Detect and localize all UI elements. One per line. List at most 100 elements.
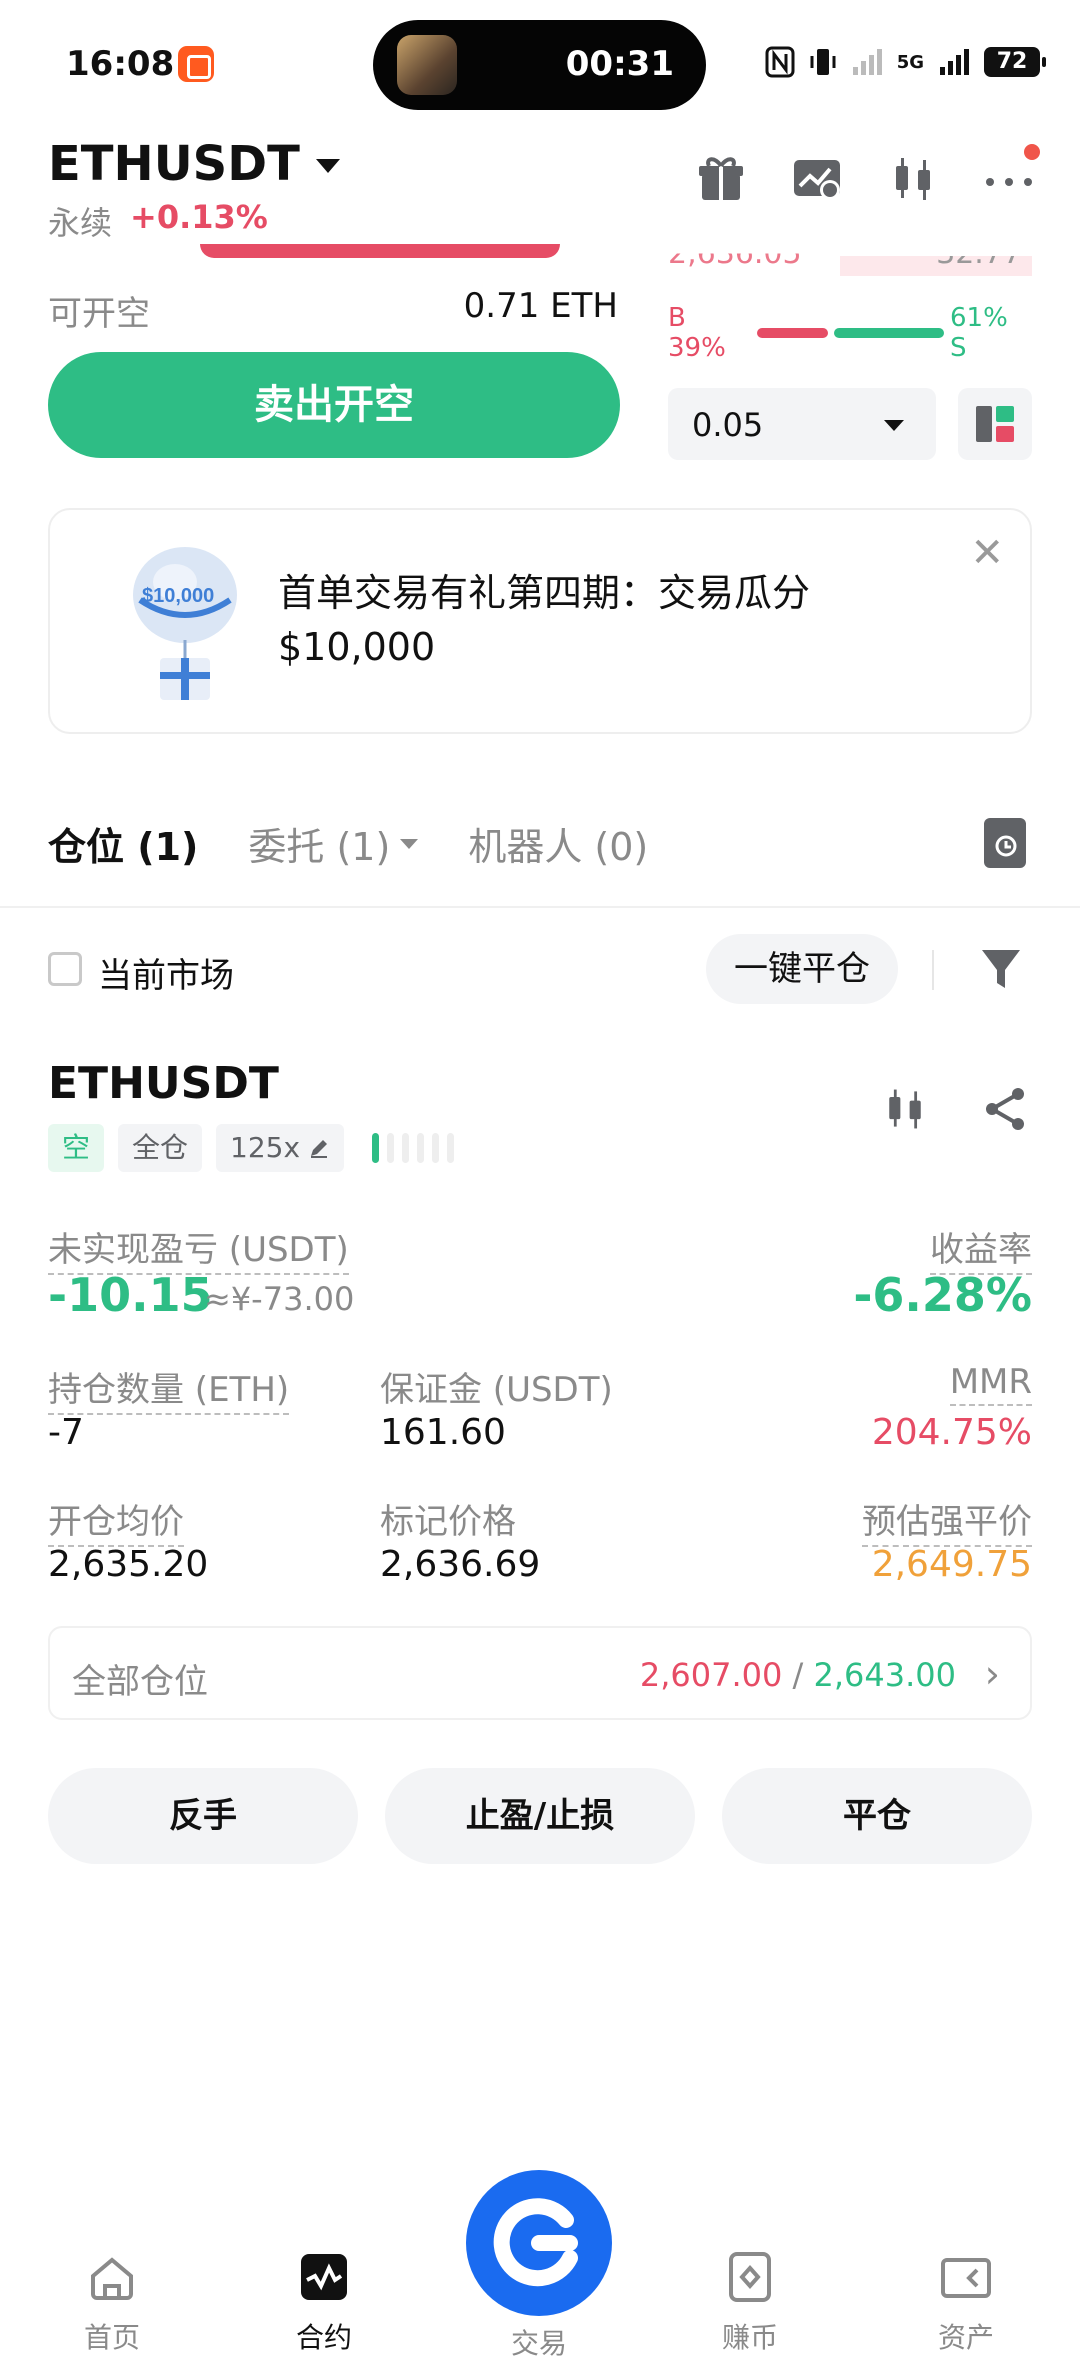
signal-weak-icon (852, 49, 882, 75)
edit-icon (311, 1140, 328, 1158)
chevron-down-icon (884, 420, 904, 431)
tp-sl-button[interactable]: 止盈/止损 (385, 1768, 695, 1864)
position-symbol[interactable]: ETHUSDT (48, 1058, 279, 1109)
quantity-select-value: 0.05 (692, 406, 764, 444)
reverse-button[interactable]: 反手 (48, 1768, 358, 1864)
roe-value: -6.28% (853, 1268, 1032, 1322)
chevron-right-icon: › (984, 1652, 1000, 1696)
app-notification-icon (178, 46, 214, 82)
current-market-checkbox[interactable] (48, 952, 82, 986)
take-profit-price: 2,607.00 (639, 1656, 783, 1694)
unrealized-pnl-approx: ≈¥-73.00 (204, 1280, 355, 1318)
mmr-value: 204.75% (871, 1412, 1032, 1453)
dynamic-island[interactable]: 00:31 (373, 20, 706, 110)
sell-ratio-label: 61% S (950, 303, 1008, 363)
orderbook-price: 2,636.05 (668, 236, 802, 272)
signal-strong-icon (940, 49, 969, 75)
leverage-tag[interactable]: 125x (216, 1124, 345, 1172)
position-tabs: 仓位 (1) 委托 (1) 机器人 (0) (48, 816, 648, 871)
vibrate-icon (810, 49, 836, 75)
candlestick-chart-icon[interactable] (886, 152, 940, 206)
position-size-value: -7 (48, 1412, 84, 1453)
nav-home-label: 首页 (83, 2321, 140, 2354)
tab-positions-label: 仓位 (1) (48, 825, 199, 869)
risk-level-bar (447, 1133, 455, 1163)
close-position-button[interactable]: 平仓 (722, 1768, 1032, 1864)
share-icon[interactable] (980, 1084, 1030, 1134)
status-icons: 5G 72 (765, 42, 1046, 82)
price-separator: / (782, 1656, 814, 1694)
balloon-label: $10,000 (142, 585, 214, 607)
futures-icon (301, 2254, 347, 2300)
chevron-down-icon (315, 159, 340, 173)
layout-icon (976, 406, 1014, 442)
earn-icon (729, 2252, 771, 2302)
mark-price-label: 标记价格 (380, 1502, 516, 1542)
close-all-button[interactable]: 一键平仓 (706, 934, 898, 1004)
status-bar: 16:08 00:31 5G 72 (0, 0, 1080, 130)
gift-icon[interactable] (694, 152, 748, 206)
price-change: +0.13% (130, 198, 268, 236)
wallet-icon (941, 2258, 991, 2298)
all-positions-values: 2,607.00 / 2,643.00 (640, 1656, 956, 1694)
nav-futures[interactable]: 合约 (254, 2250, 394, 2356)
balloon-gift-icon: $10,000 (133, 547, 237, 700)
margin-label: 保证金 (USDT) (380, 1370, 613, 1410)
current-market-label: 当前市场 (98, 956, 234, 996)
nav-home[interactable]: 首页 (42, 2250, 182, 2356)
liquidation-price-value: 2,649.75 (871, 1544, 1032, 1585)
chevron-down-icon (400, 838, 419, 849)
all-positions-tpsl-row[interactable]: 全部仓位 2,607.00 / 2,643.00 › (48, 1626, 1032, 1720)
risk-level-indicator (372, 1133, 455, 1163)
island-timer: 00:31 (565, 44, 674, 84)
more-icon[interactable] (982, 144, 1040, 206)
margin-mode-tag[interactable]: 全仓 (118, 1124, 203, 1172)
risk-level-bar (372, 1133, 380, 1163)
orderbook-qty: 32.77 (936, 236, 1022, 271)
available-short-label: 可开空 (48, 294, 150, 334)
network-type: 5G (896, 51, 924, 73)
position-size-label[interactable]: 持仓数量 (ETH) (48, 1362, 290, 1415)
sell-open-short-button[interactable]: 卖出开空 (48, 352, 620, 458)
clipped-bar (200, 244, 560, 258)
entry-price-label[interactable]: 开仓均价 (48, 1494, 184, 1547)
divider (0, 906, 1080, 908)
pair-selector[interactable]: ETHUSDT (48, 136, 340, 192)
trade-fab-button[interactable] (466, 2170, 612, 2316)
battery-icon: 72 (984, 47, 1046, 77)
nav-earn-label: 赚币 (721, 2321, 778, 2354)
divider (932, 950, 934, 990)
nav-assets-label: 资产 (937, 2321, 994, 2354)
close-icon[interactable]: ✕ (970, 530, 1004, 576)
candlestick-chart-icon[interactable] (880, 1084, 930, 1134)
risk-level-bar (402, 1133, 410, 1163)
promo-banner[interactable]: $10,000 首单交易有礼第四期：交易瓜分 $10,000 ✕ (48, 508, 1032, 734)
status-time: 16:08 (66, 44, 175, 84)
mmr-label[interactable]: MMR (949, 1362, 1032, 1406)
contract-type: 永续 (48, 204, 113, 242)
nfc-icon (765, 46, 795, 78)
buy-sell-ratio: B 39% 61% S (668, 303, 1032, 363)
nav-assets[interactable]: 资产 (896, 2250, 1036, 2356)
nav-trade-label[interactable]: 交易 (466, 2322, 612, 2362)
price-alert-icon[interactable] (790, 152, 844, 206)
tab-positions[interactable]: 仓位 (1) (48, 816, 198, 871)
margin-value: 161.60 (380, 1412, 506, 1453)
liquidation-price-label[interactable]: 预估强平价 (862, 1494, 1032, 1547)
history-icon[interactable] (984, 818, 1026, 868)
orderbook-layout-button[interactable] (958, 388, 1032, 460)
available-short-value: 0.71 ETH (463, 286, 618, 326)
nav-earn[interactable]: 赚币 (680, 2250, 820, 2356)
buy-ratio-label: B 39% (668, 303, 726, 363)
filter-icon[interactable] (978, 944, 1024, 994)
tab-orders-label: 委托 (1) (248, 825, 391, 869)
stop-loss-price: 2,643.00 (813, 1656, 957, 1694)
quantity-select[interactable]: 0.05 (668, 388, 936, 460)
tab-orders[interactable]: 委托 (1) (248, 816, 419, 871)
tab-bots[interactable]: 机器人 (0) (468, 816, 648, 871)
pair-subtitle: 永续 +0.13% (48, 198, 268, 244)
all-positions-label: 全部仓位 (72, 1662, 208, 1702)
orderbook-qty-row: 32.77 (840, 236, 1032, 276)
leverage-value: 125x (230, 1131, 301, 1164)
tab-bots-label: 机器人 (0) (468, 825, 649, 869)
